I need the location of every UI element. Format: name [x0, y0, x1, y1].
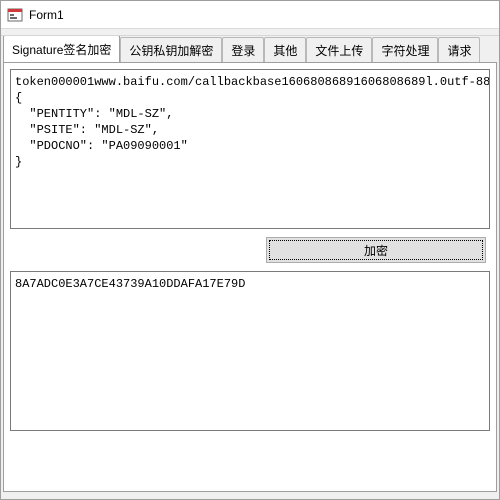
- tab-label: 请求: [447, 44, 471, 58]
- tab-label: 字符处理: [381, 44, 429, 58]
- encrypt-button[interactable]: 加密: [266, 237, 486, 263]
- tab-label: 文件上传: [315, 44, 363, 58]
- tab-strip: Signature签名加密 公钥私钥加解密 登录 其他 文件上传 字符处理 请求: [1, 36, 499, 62]
- tab-signature[interactable]: Signature签名加密: [3, 36, 120, 62]
- signature-output[interactable]: [10, 271, 490, 431]
- titlebar: Form1: [1, 1, 499, 29]
- tab-string[interactable]: 字符处理: [372, 37, 438, 62]
- tab-page-signature: 加密: [3, 62, 497, 492]
- tab-label: 其他: [273, 44, 297, 58]
- toolbar-divider: [1, 29, 499, 36]
- button-row: 加密: [10, 237, 490, 263]
- tab-label: 登录: [231, 44, 255, 58]
- tab-label: 公钥私钥加解密: [129, 44, 213, 58]
- window-title: Form1: [29, 8, 64, 22]
- tab-label: Signature签名加密: [12, 43, 111, 57]
- app-icon: [7, 7, 23, 23]
- app-window: Form1 Signature签名加密 公钥私钥加解密 登录 其他 文件上传 字…: [0, 0, 500, 500]
- tab-upload[interactable]: 文件上传: [306, 37, 372, 62]
- tab-rsa[interactable]: 公钥私钥加解密: [120, 37, 222, 62]
- signature-input[interactable]: [10, 69, 490, 229]
- tab-other[interactable]: 其他: [264, 37, 306, 62]
- tab-login[interactable]: 登录: [222, 37, 264, 62]
- tab-request[interactable]: 请求: [438, 37, 480, 62]
